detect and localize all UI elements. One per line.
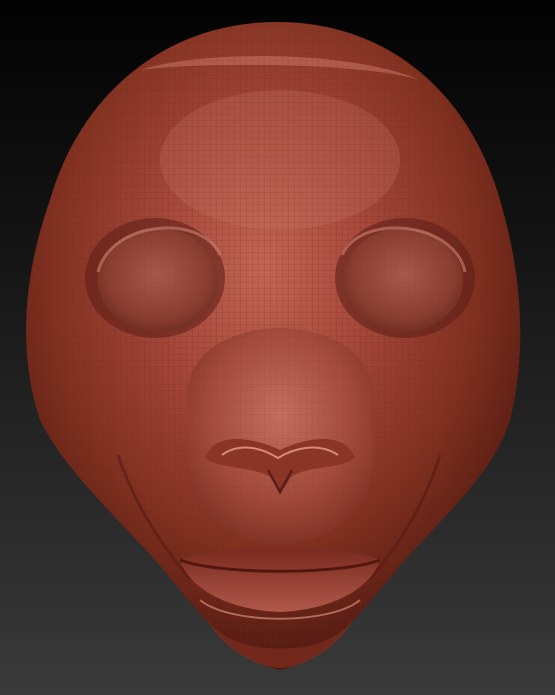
viewport[interactable] [0,0,555,695]
head-model [26,22,521,670]
